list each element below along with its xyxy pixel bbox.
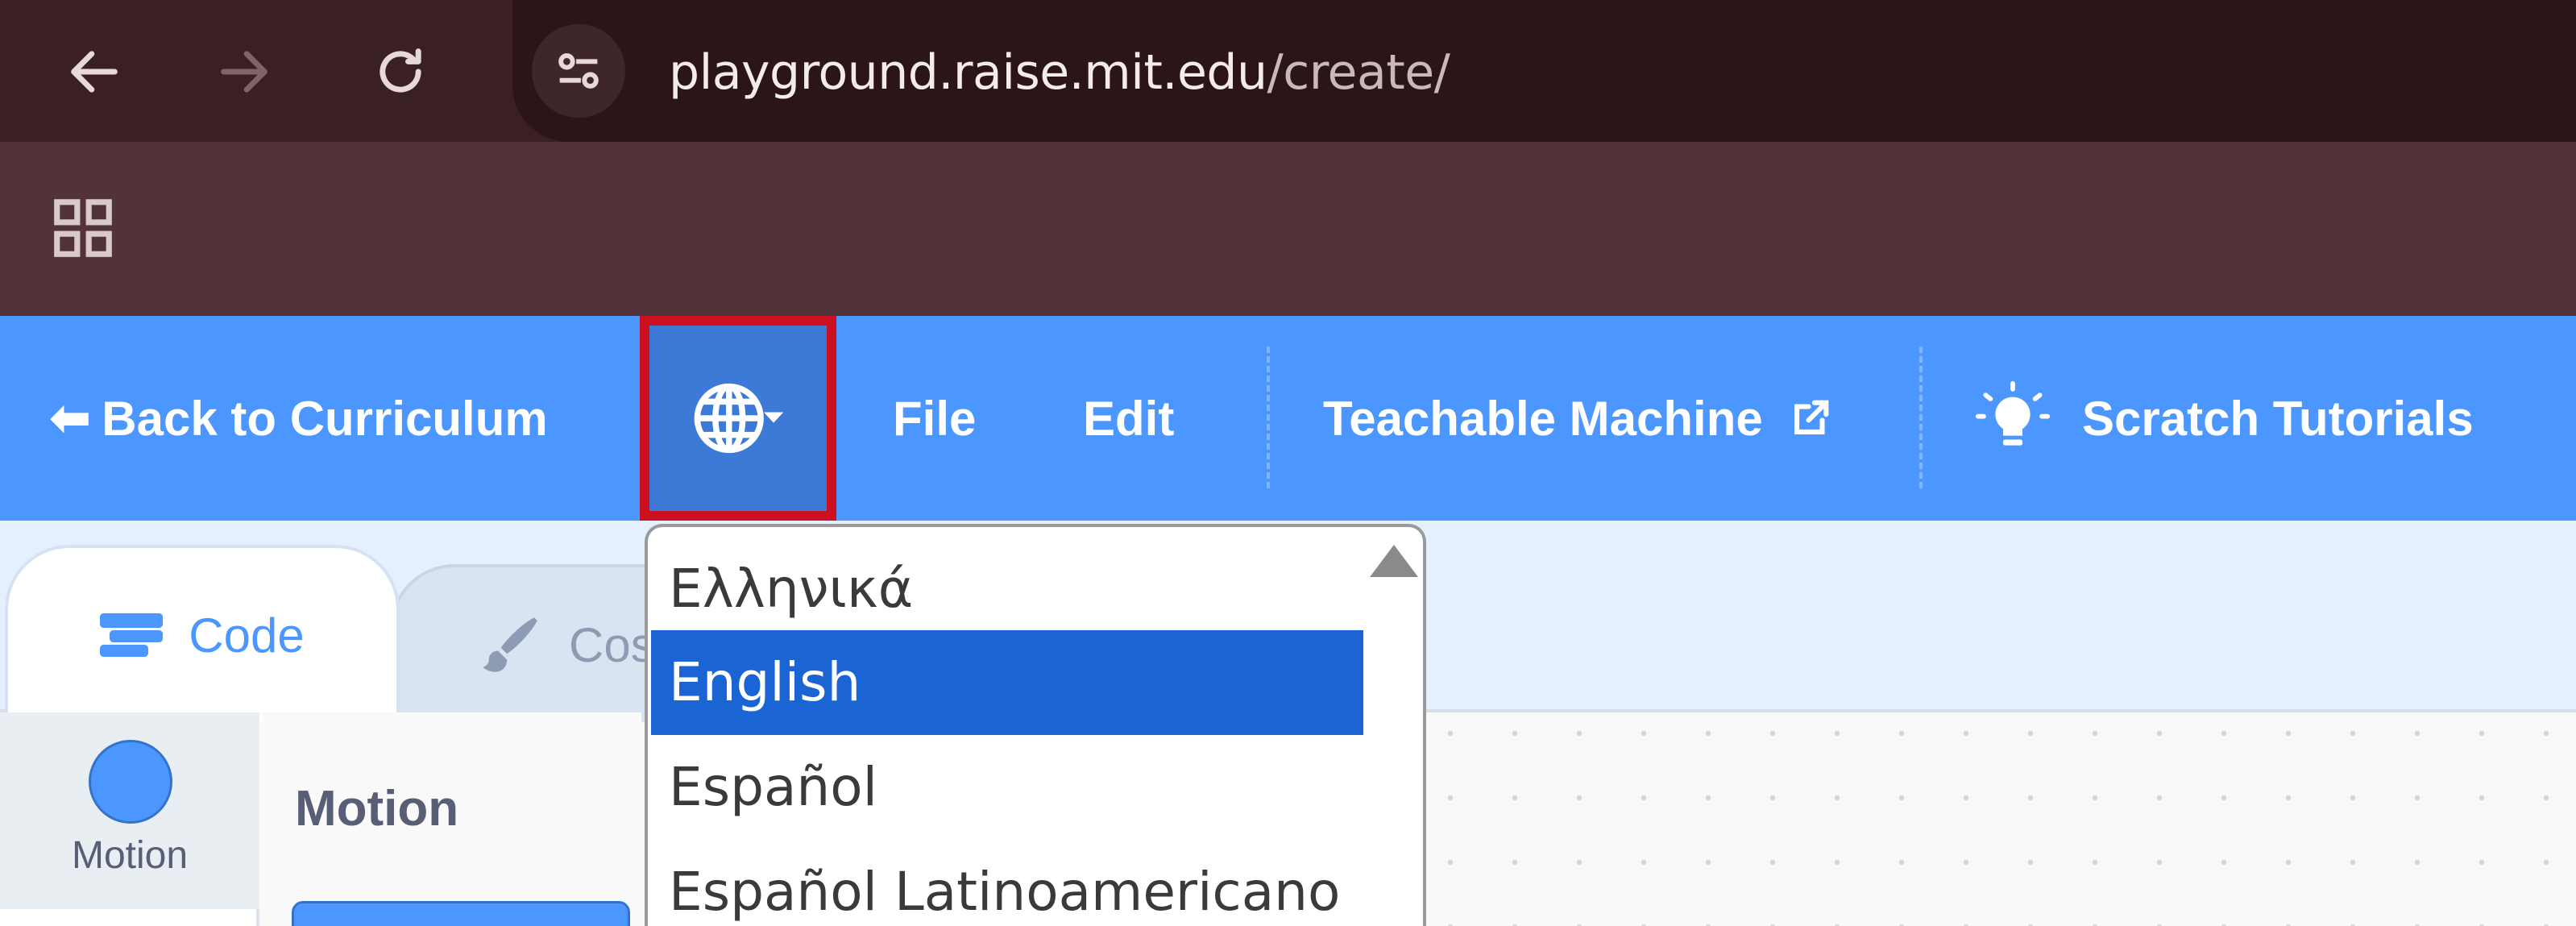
language-dropdown[interactable]: Ελληνικά English Español Español Latinoa… [645, 524, 1426, 926]
edit-menu[interactable]: Edit [1083, 316, 1174, 521]
language-option-selected[interactable]: English [651, 630, 1363, 735]
teachable-label: Teachable Machine [1323, 391, 1763, 446]
reload-icon[interactable] [364, 35, 437, 108]
costumes-label: Cos [569, 617, 655, 672]
forward-arrow-icon[interactable] [208, 35, 280, 108]
back-label: Back to Curriculum [102, 391, 548, 446]
menu-divider [1267, 347, 1270, 488]
lightbulb-icon [1975, 380, 2051, 446]
code-label: Code [189, 608, 305, 662]
bookmarks-bar [0, 142, 2576, 316]
motion-block[interactable] [292, 901, 630, 926]
paintbrush-icon [483, 617, 537, 672]
menu-divider [1919, 347, 1923, 488]
scroll-up-arrow-icon[interactable] [1370, 545, 1418, 577]
language-button[interactable] [640, 316, 836, 521]
code-blocks-icon [100, 613, 164, 657]
palette-section-title: Motion [295, 781, 459, 837]
left-arrow-icon: ⬅ [50, 391, 91, 445]
url-text[interactable]: playground.raise.mit.edu/create/ [669, 40, 1450, 105]
scratch-tutorials-button[interactable]: Scratch Tutorials [1974, 316, 2474, 521]
teachable-machine-link[interactable]: Teachable Machine [1323, 316, 1834, 521]
back-arrow-icon[interactable] [58, 35, 131, 108]
globe-icon [694, 383, 784, 454]
motion-category-dot[interactable] [89, 740, 172, 824]
url-host: playground.raise.mit.edu [669, 44, 1267, 101]
external-link-icon [1794, 400, 1829, 434]
url-path: /create/ [1267, 44, 1450, 101]
motion-category-label: Motion [71, 834, 189, 877]
apps-grid-icon[interactable] [48, 193, 118, 263]
site-settings-icon[interactable] [532, 24, 625, 118]
language-option[interactable]: Español Latinoamericano [651, 840, 1363, 926]
back-to-curriculum-link[interactable]: ⬅ Back to Curriculum [50, 316, 548, 521]
caret-down-icon [763, 412, 784, 423]
tab-code[interactable]: Code [5, 545, 400, 722]
language-option[interactable]: Español [651, 735, 1363, 840]
file-menu[interactable]: File [893, 316, 976, 521]
tutorials-label: Scratch Tutorials [2082, 391, 2474, 446]
language-option[interactable]: Ελληνικά [651, 537, 1363, 642]
